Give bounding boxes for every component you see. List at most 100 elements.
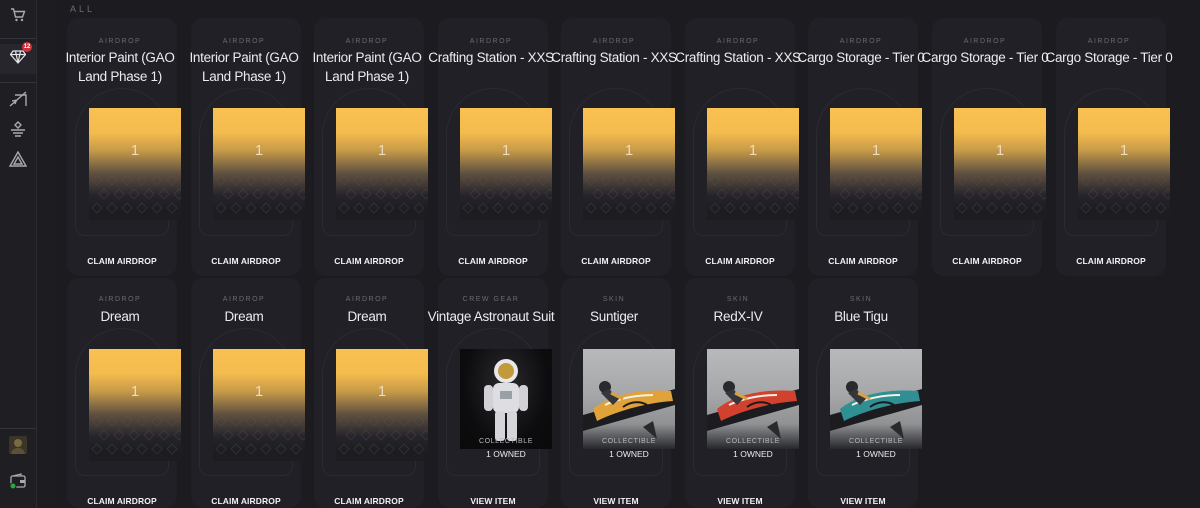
item-category: AIRDROP <box>345 38 389 45</box>
quantity-label: 1 <box>377 142 387 159</box>
airdrop-thumbnail: 1 <box>336 349 428 461</box>
item-name: Cargo Storage - Tier 0 <box>797 50 925 65</box>
airdrop-thumbnail: 1 <box>583 108 675 220</box>
claim-airdrop-button[interactable]: CLAIM AIRDROP <box>932 256 1042 266</box>
airdrop-thumbnail: 1 <box>830 108 922 220</box>
view-item-button[interactable]: VIEW ITEM <box>685 496 795 506</box>
item-category: AIRDROP <box>592 38 636 45</box>
gem-icon <box>9 49 27 69</box>
cart-icon <box>10 7 26 27</box>
guild-button[interactable] <box>0 116 36 146</box>
item-name: Crafting Station - XXS <box>675 50 801 65</box>
item-name: Interior Paint (GAO Land Phase 1) <box>312 50 422 84</box>
collectible-label: COLLECTIBLE <box>601 438 657 445</box>
claim-airdrop-button[interactable]: CLAIM AIRDROP <box>314 256 424 266</box>
airdrop-thumbnail: 1 <box>213 349 305 461</box>
quantity-label: 1 <box>871 142 881 159</box>
item-name: Interior Paint (GAO Land Phase 1) <box>189 50 299 84</box>
triangle-logo-icon <box>8 150 28 172</box>
item-category: AIRDROP <box>1087 38 1131 45</box>
item-image <box>460 349 552 449</box>
quantity-label: 1 <box>377 383 387 400</box>
quantity-label: 1 <box>130 383 140 400</box>
airdrop-thumbnail: 1 <box>1078 108 1170 220</box>
item-name: Cargo Storage - Tier 0 <box>1045 50 1173 65</box>
item-name: Interior Paint (GAO Land Phase 1) <box>65 50 175 84</box>
sidebar: 12 <box>0 0 37 508</box>
inventory-panel: ALL AIRDROP Interior Paint (GAO Land Pha… <box>57 0 1200 508</box>
item-name: Dream <box>347 309 387 324</box>
item-category: AIRDROP <box>839 38 883 45</box>
item-name: Crafting Station - XXS <box>551 50 677 65</box>
owned-count: 1 OWNED <box>733 449 773 459</box>
item-image <box>707 349 799 449</box>
quantity-label: 1 <box>501 142 511 159</box>
airdrop-thumbnail: 1 <box>460 108 552 220</box>
item-name: Suntiger <box>590 309 638 324</box>
inventory-button[interactable]: 12 <box>0 42 36 74</box>
item-category: SKIN <box>726 296 750 303</box>
quantity-label: 1 <box>1119 142 1129 159</box>
view-item-button[interactable]: VIEW ITEM <box>808 496 918 506</box>
send-icon <box>9 90 27 112</box>
view-item-button[interactable]: VIEW ITEM <box>438 496 548 506</box>
item-name: Cargo Storage - Tier 0 <box>921 50 1049 65</box>
quantity-label: 1 <box>130 142 140 159</box>
claim-airdrop-button[interactable]: CLAIM AIRDROP <box>685 256 795 266</box>
item-name: Blue Tigu <box>834 309 888 324</box>
claim-airdrop-button[interactable]: CLAIM AIRDROP <box>808 256 918 266</box>
item-category: CREW GEAR <box>462 296 520 303</box>
airdrop-thumbnail: 1 <box>89 108 181 220</box>
collectible-label: COLLECTIBLE <box>848 438 904 445</box>
item-category: AIRDROP <box>716 38 760 45</box>
owned-count: 1 OWNED <box>609 449 649 459</box>
quantity-label: 1 <box>624 142 634 159</box>
cart-button[interactable] <box>0 2 36 32</box>
item-name: Dream <box>100 309 140 324</box>
launch-button[interactable] <box>0 86 36 116</box>
quantity-label: 1 <box>254 383 264 400</box>
badge-icon <box>9 120 27 142</box>
claim-airdrop-button[interactable]: CLAIM AIRDROP <box>561 256 671 266</box>
claim-airdrop-button[interactable]: CLAIM AIRDROP <box>191 496 301 506</box>
collectible-label: COLLECTIBLE <box>478 438 534 445</box>
airdrop-thumbnail: 1 <box>213 108 305 220</box>
item-image <box>583 349 675 449</box>
section-label: ALL <box>70 4 96 14</box>
item-name: RedX-IV <box>713 309 763 324</box>
claim-airdrop-button[interactable]: CLAIM AIRDROP <box>191 256 301 266</box>
quantity-label: 1 <box>995 142 1005 159</box>
quantity-label: 1 <box>748 142 758 159</box>
item-category: AIRDROP <box>98 296 142 303</box>
notification-badge: 12 <box>22 42 32 52</box>
airdrop-thumbnail: 1 <box>707 108 799 220</box>
collectible-label: COLLECTIBLE <box>725 438 781 445</box>
claim-airdrop-button[interactable]: CLAIM AIRDROP <box>1056 256 1166 266</box>
airdrop-thumbnail: 1 <box>336 108 428 220</box>
profile-button[interactable] <box>0 432 36 462</box>
avatar <box>8 435 28 460</box>
owned-count: 1 OWNED <box>856 449 896 459</box>
item-name: Dream <box>224 309 264 324</box>
item-category: SKIN <box>602 296 626 303</box>
quantity-label: 1 <box>254 142 264 159</box>
item-category: AIRDROP <box>98 38 142 45</box>
item-name: Crafting Station - XXS <box>428 50 554 65</box>
item-image <box>830 349 922 449</box>
view-item-button[interactable]: VIEW ITEM <box>561 496 671 506</box>
claim-airdrop-button[interactable]: CLAIM AIRDROP <box>438 256 548 266</box>
item-category: SKIN <box>849 296 873 303</box>
wallet-icon <box>9 473 27 490</box>
claim-airdrop-button[interactable]: CLAIM AIRDROP <box>314 496 424 506</box>
item-category: AIRDROP <box>345 296 389 303</box>
airdrop-thumbnail: 1 <box>89 349 181 461</box>
item-category: AIRDROP <box>222 38 266 45</box>
claim-airdrop-button[interactable]: CLAIM AIRDROP <box>67 256 177 266</box>
home-logo-button[interactable] <box>0 146 36 176</box>
owned-count: 1 OWNED <box>486 449 526 459</box>
item-category: AIRDROP <box>963 38 1007 45</box>
wallet-button[interactable] <box>0 466 36 496</box>
airdrop-thumbnail: 1 <box>954 108 1046 220</box>
claim-airdrop-button[interactable]: CLAIM AIRDROP <box>67 496 177 506</box>
item-category: AIRDROP <box>469 38 513 45</box>
